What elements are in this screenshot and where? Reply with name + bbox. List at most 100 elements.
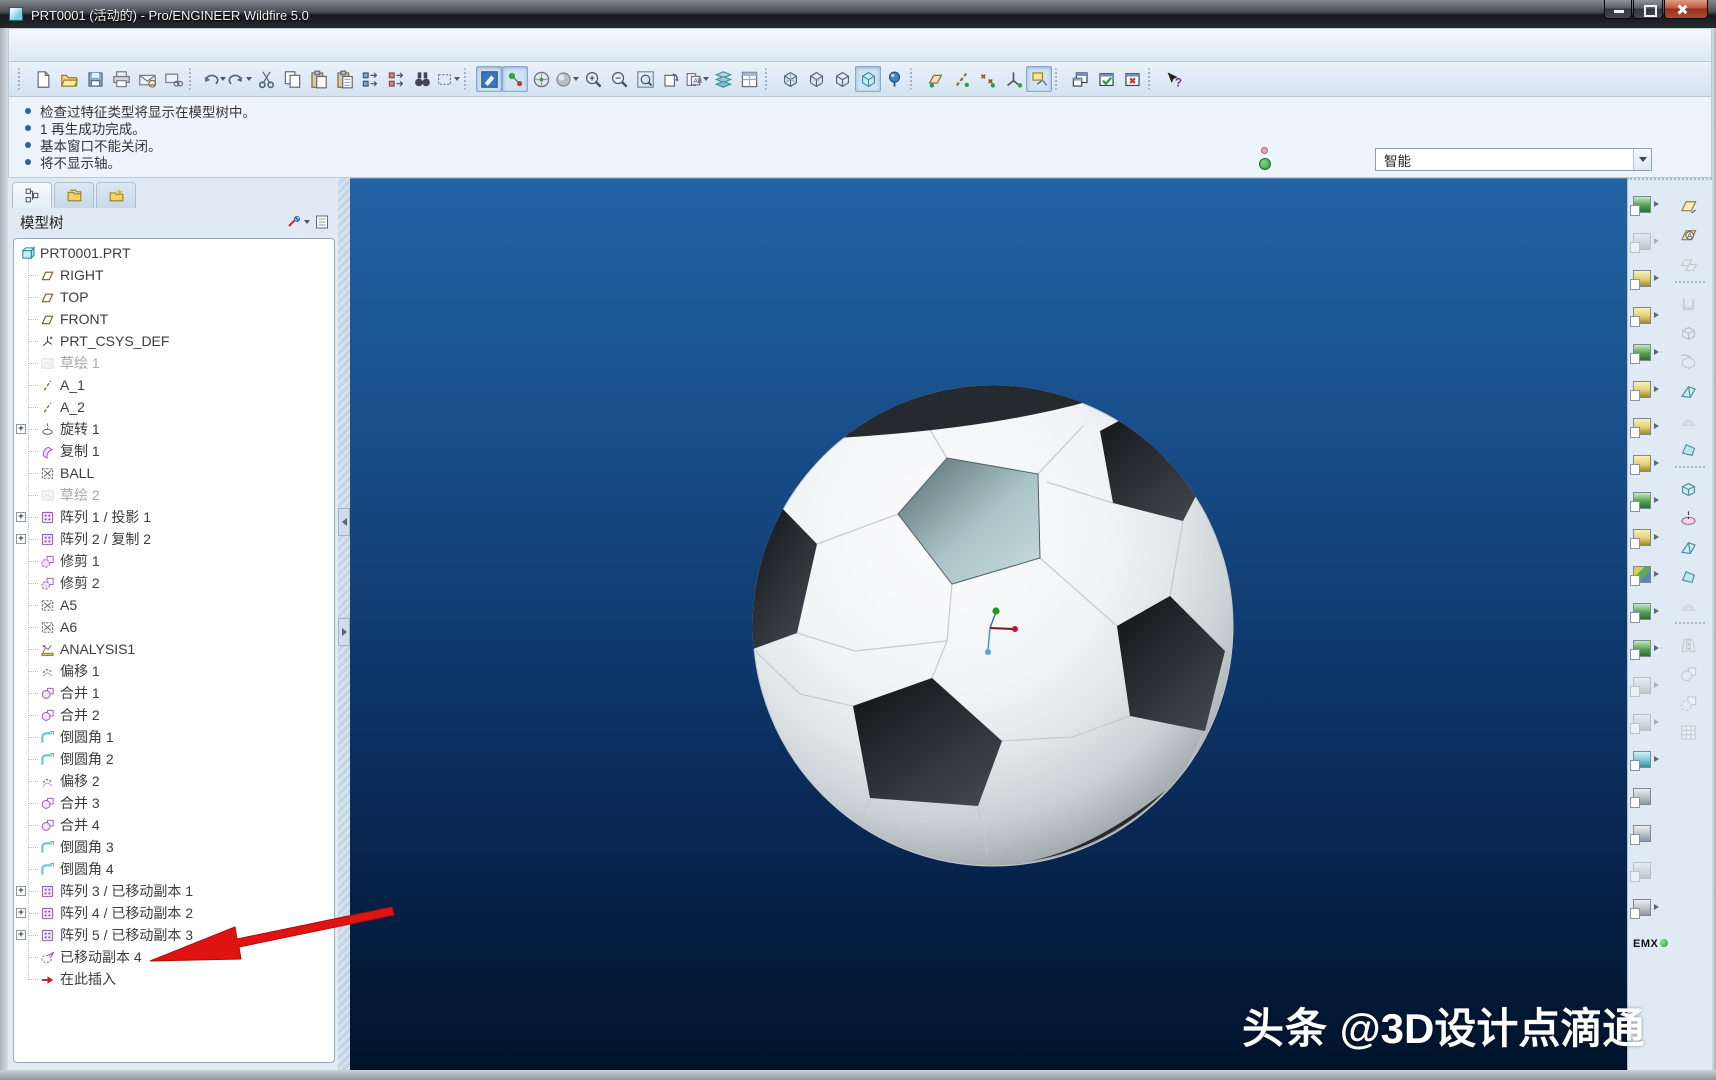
- sweep-surface-tool[interactable]: [1675, 535, 1701, 559]
- render-style-button[interactable]: [554, 66, 580, 92]
- context-help-button[interactable]: [1160, 66, 1186, 92]
- tree-item[interactable]: BALL: [14, 462, 334, 484]
- tree-item[interactable]: 修剪 1: [14, 550, 334, 572]
- shaded-button[interactable]: [855, 66, 881, 92]
- emx-plate-icon[interactable]: [1633, 340, 1668, 364]
- tree-item[interactable]: RIGHT: [14, 264, 334, 286]
- 3d-viewport[interactable]: [350, 178, 1627, 1070]
- toolbar-button[interactable]: [18, 68, 27, 90]
- save-button[interactable]: [82, 66, 108, 92]
- flyout-arrow-icon[interactable]: [1654, 645, 1659, 651]
- no-hidden-button[interactable]: [829, 66, 855, 92]
- flyout-arrow-icon[interactable]: [1654, 275, 1659, 281]
- tree-item[interactable]: 阵列 5 / 已移动副本 3: [14, 924, 334, 946]
- tree-item[interactable]: FRONT: [14, 308, 334, 330]
- emx-preview-icon[interactable]: [1633, 858, 1668, 882]
- emx-component-icon[interactable]: [1633, 562, 1668, 586]
- tree-item[interactable]: 已移动副本 4: [14, 946, 334, 968]
- new-window-button[interactable]: [1067, 66, 1093, 92]
- open-button[interactable]: [56, 66, 82, 92]
- copy-button[interactable]: [279, 66, 305, 92]
- emx-mold-base-icon[interactable]: [1633, 229, 1668, 253]
- emx-pillar-icon[interactable]: [1633, 451, 1668, 475]
- regenerate-button[interactable]: [357, 66, 383, 92]
- tab-favorites[interactable]: [96, 182, 136, 208]
- saved-views-button[interactable]: [684, 66, 710, 92]
- expand-plus-icon[interactable]: [16, 534, 26, 544]
- emx-slider-icon[interactable]: [1633, 377, 1668, 401]
- mirror-tool[interactable]: [1675, 633, 1701, 657]
- sketch-tool[interactable]: [1675, 223, 1701, 247]
- tree-item[interactable]: A6: [14, 616, 334, 638]
- selection-filter-dropdown[interactable]: 智能: [1375, 148, 1652, 171]
- trim-tool[interactable]: [1675, 691, 1701, 715]
- expand-plus-icon[interactable]: [16, 424, 26, 434]
- emx-cylinder-icon[interactable]: [1633, 525, 1668, 549]
- enhanced-realism-button[interactable]: [881, 66, 907, 92]
- toolbar-button[interactable]: [1055, 68, 1064, 90]
- extrude-tool[interactable]: [1675, 292, 1701, 316]
- flyout-arrow-icon[interactable]: [1654, 571, 1659, 577]
- tree-item[interactable]: A_2: [14, 396, 334, 418]
- emx-cooling-icon[interactable]: [1633, 710, 1668, 734]
- menu-item[interactable]: [259, 40, 281, 50]
- datum-plane-tool[interactable]: [1675, 194, 1701, 218]
- close-button[interactable]: [1664, 0, 1708, 19]
- tree-settings-button[interactable]: [286, 211, 310, 233]
- feature-tool-button[interactable]: [1675, 622, 1705, 628]
- emx-pocket-icon[interactable]: [1633, 636, 1668, 660]
- datum-plane-display-toggle[interactable]: [922, 66, 948, 92]
- tree-item[interactable]: TOP: [14, 286, 334, 308]
- find-button[interactable]: [409, 66, 435, 92]
- revolve-tool[interactable]: [1675, 321, 1701, 345]
- tree-item[interactable]: 倒圆角 2: [14, 748, 334, 770]
- style-tool[interactable]: [1675, 408, 1701, 432]
- freestyle-tool[interactable]: [1675, 437, 1701, 461]
- print-button[interactable]: [108, 66, 134, 92]
- menu-item[interactable]: [215, 40, 237, 50]
- merge-tool[interactable]: [1675, 662, 1701, 686]
- extrude-surface-tool[interactable]: [1675, 477, 1701, 501]
- tree-item[interactable]: 倒圆角 3: [14, 836, 334, 858]
- tab-folder-browser[interactable]: [54, 182, 94, 208]
- model-links-button[interactable]: [160, 66, 186, 92]
- emx-pattern-plate-icon[interactable]: [1633, 673, 1668, 697]
- maximize-button[interactable]: [1633, 0, 1663, 19]
- flyout-arrow-icon[interactable]: [1654, 534, 1659, 540]
- flyout-arrow-icon[interactable]: [1654, 682, 1659, 688]
- tree-item[interactable]: 合并 3: [14, 792, 334, 814]
- regenerate-manager-button[interactable]: [383, 66, 409, 92]
- blend-surface-tool[interactable]: [1675, 564, 1701, 588]
- wireframe-button[interactable]: [777, 66, 803, 92]
- tree-item[interactable]: PRT0001.PRT: [14, 242, 334, 264]
- flyout-arrow-icon[interactable]: [1654, 608, 1659, 614]
- flyout-arrow-icon[interactable]: [1654, 349, 1659, 355]
- undo-button[interactable]: [201, 66, 227, 92]
- datum-axis-display-toggle[interactable]: [948, 66, 974, 92]
- feature-tool-button[interactable]: [1675, 281, 1705, 287]
- menu-item[interactable]: [105, 40, 127, 50]
- tree-item[interactable]: 草绘 1: [14, 352, 334, 374]
- boundary-blend-tool[interactable]: [1675, 379, 1701, 403]
- flyout-arrow-icon[interactable]: [1654, 386, 1659, 392]
- menu-item[interactable]: [149, 40, 171, 50]
- menu-item[interactable]: [237, 40, 259, 50]
- paste-special-button[interactable]: [331, 66, 357, 92]
- activate-window-button[interactable]: [1093, 66, 1119, 92]
- zoom-in-button[interactable]: [580, 66, 606, 92]
- emx-project-icon[interactable]: [1633, 192, 1668, 216]
- emx-bom-icon[interactable]: [1633, 784, 1668, 808]
- menu-item[interactable]: [17, 40, 39, 50]
- tree-item[interactable]: ANALYSIS1: [14, 638, 334, 660]
- tree-item[interactable]: 复制 1: [14, 440, 334, 462]
- toolbar-button[interactable]: [765, 68, 774, 90]
- menu-item[interactable]: [127, 40, 149, 50]
- dropdown-arrow-icon[interactable]: [246, 77, 252, 81]
- minimize-button[interactable]: [1604, 0, 1632, 19]
- tree-item[interactable]: 合并 4: [14, 814, 334, 836]
- pattern-tool[interactable]: [1675, 720, 1701, 744]
- dropdown-arrow-icon[interactable]: [573, 77, 579, 81]
- emx-logo-icon[interactable]: EMX: [1633, 932, 1668, 956]
- tree-item[interactable]: 倒圆角 4: [14, 858, 334, 880]
- emx-database-icon[interactable]: [1633, 747, 1668, 771]
